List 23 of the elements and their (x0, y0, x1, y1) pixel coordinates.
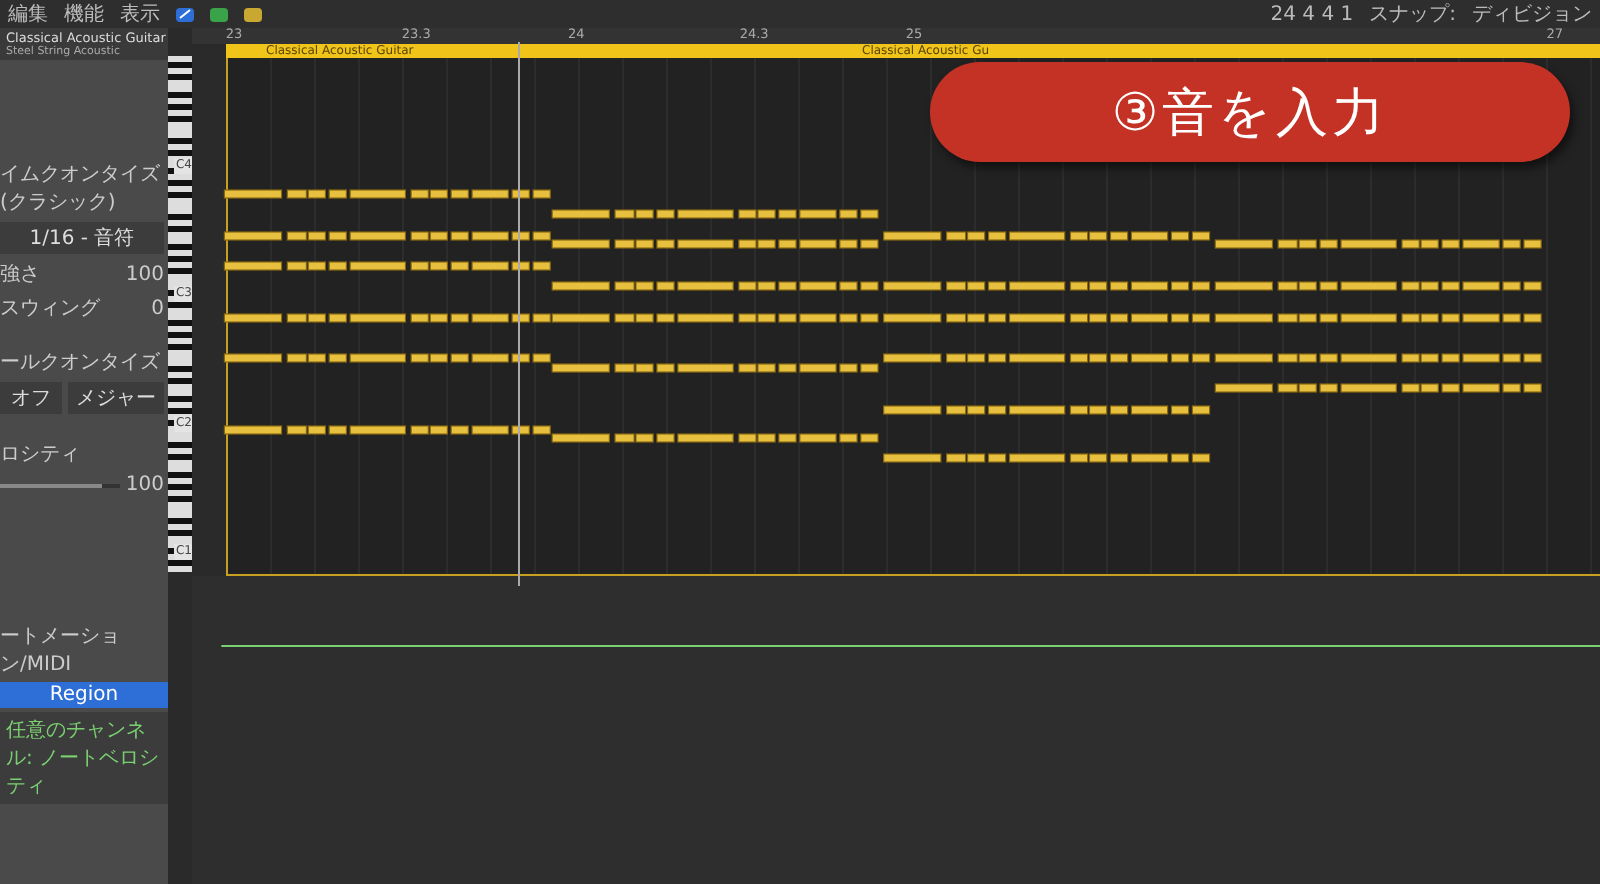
velocity-value: 100 (125, 474, 164, 496)
region-toggle[interactable]: Region (0, 682, 168, 708)
root-dropdown[interactable]: オフ (0, 382, 62, 414)
position-display: 24 4 4 1 (1270, 3, 1354, 25)
section-title: ロシティ (0, 442, 82, 468)
swing-label: スウィング (0, 296, 100, 322)
snap-label: スナップ: (1369, 1, 1456, 28)
menu-item[interactable]: 表示 (120, 0, 160, 28)
pencil-tool-icon[interactable] (176, 7, 194, 21)
swing-value: 0 (151, 297, 164, 319)
section-title: ールクオンタイズ (0, 350, 162, 376)
toggle-icon[interactable] (210, 7, 228, 21)
strength-label: 強さ (0, 262, 40, 288)
strength-value: 100 (125, 263, 164, 285)
section-title: ートメーション/MIDI (0, 624, 122, 678)
section-title: イムクオンタイズ (クラシック) (0, 162, 162, 216)
scale-dropdown[interactable]: メジャー (68, 382, 164, 414)
menu-item[interactable]: 機能 (64, 0, 104, 28)
parameter-dropdown[interactable]: 任意のチャンネル: ノートベロシティ (0, 712, 168, 804)
quantize-dropdown[interactable]: 1/16 - 音符 (0, 222, 164, 254)
snap-value[interactable]: ディビジョン (1472, 0, 1592, 28)
menu-item[interactable]: 編集 (8, 0, 48, 28)
callout-banner: ③音を入力 (930, 62, 1570, 162)
